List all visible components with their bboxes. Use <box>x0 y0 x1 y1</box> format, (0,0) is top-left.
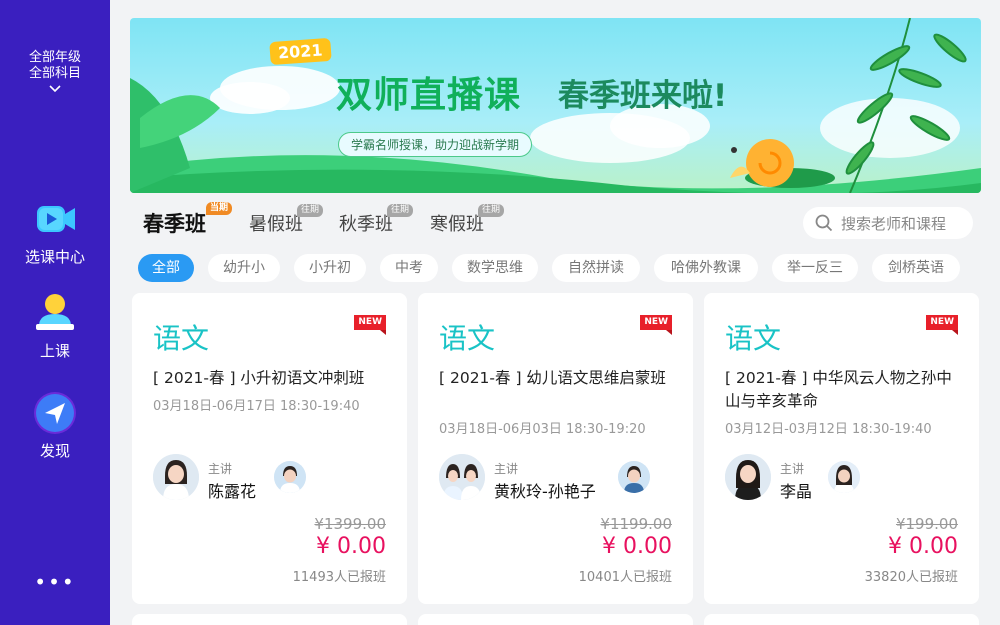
tab-badge-past: 往期 <box>387 204 414 217</box>
nav-attend-class[interactable]: 上课 <box>0 292 110 361</box>
teacher-avatar-icon <box>439 454 485 500</box>
avatar <box>153 454 199 500</box>
tab-label: 秋季班 <box>339 214 393 235</box>
new-badge: NEW <box>640 315 672 335</box>
search-icon <box>815 214 833 232</box>
search-input[interactable]: 搜索老师和课程 <box>803 207 973 239</box>
new-badge: NEW <box>926 315 958 335</box>
nav-label-discover: 发现 <box>39 442 70 460</box>
teacher-avatar-icon <box>153 454 199 500</box>
avatar <box>439 454 485 500</box>
price: ¥ 0.00 <box>316 534 386 559</box>
teacher-name: 黄秋玲-孙艳子 <box>494 482 596 501</box>
nav-discover[interactable]: 发现 <box>0 392 110 461</box>
assistant-avatar <box>828 461 860 493</box>
chevron-down-icon <box>49 85 61 93</box>
course-card-partial[interactable] <box>704 614 979 625</box>
enrolled-count: 11493人已报班 <box>292 570 386 585</box>
compass-arrow-icon <box>34 392 76 434</box>
subject-filter-label: 全部科目 <box>28 66 81 81</box>
chip-category[interactable]: 中考 <box>380 254 438 282</box>
teacher-name: 李晶 <box>780 482 813 501</box>
course-card[interactable]: 语文 NEW [ 2021-春 ] 小升初语文冲刺班 03月18日-06月17日… <box>132 293 407 604</box>
tab-label: 暑假班 <box>249 214 303 235</box>
course-title: [ 2021-春 ] 中华风云人物之孙中山与辛亥革命 <box>725 369 952 410</box>
course-card[interactable]: 语文 NEW [ 2021-春 ] 幼儿语文思维启蒙班 03月18日-06月03… <box>418 293 693 604</box>
teacher-role: 主讲 <box>780 462 805 476</box>
teacher-avatar-icon <box>725 454 771 500</box>
course-title: [ 2021-春 ] 小升初语文冲刺班 <box>153 369 365 387</box>
original-price: ¥1399.00 <box>314 515 386 533</box>
banner-illustration <box>130 18 981 193</box>
more-menu-button[interactable]: ••• <box>0 572 110 592</box>
tab-winter[interactable]: 寒假班 往期 <box>430 204 505 236</box>
tab-badge-current: 当期 <box>206 202 233 215</box>
banner-year-badge: 2021 <box>269 37 332 66</box>
course-card[interactable]: 语文 NEW [ 2021-春 ] 中华风云人物之孙中山与辛亥革命 03月12日… <box>704 293 979 604</box>
original-price: ¥1199.00 <box>600 515 672 533</box>
price: ¥ 0.00 <box>888 534 958 559</box>
video-camera-icon <box>37 206 75 232</box>
tab-badge-past: 往期 <box>297 204 324 217</box>
course-time: 03月18日-06月03日 18:30-19:20 <box>439 422 646 437</box>
course-subject: 语文 <box>153 322 210 355</box>
course-title: [ 2021-春 ] 幼儿语文思维启蒙班 <box>439 369 666 387</box>
tab-autumn[interactable]: 秋季班 往期 <box>339 204 414 236</box>
assistant-avatar <box>618 461 650 493</box>
chip-category[interactable]: 自然拼读 <box>552 254 640 282</box>
tab-label: 寒假班 <box>430 214 484 235</box>
original-price: ¥199.00 <box>895 515 958 533</box>
banner-subtitle: 学霸名师授课，助力迎战新学期 <box>338 132 533 157</box>
tab-summer[interactable]: 暑假班 往期 <box>249 204 324 236</box>
chip-category[interactable]: 数学思维 <box>452 254 538 282</box>
teacher-desk-icon <box>36 294 74 330</box>
course-card-partial[interactable] <box>132 614 407 625</box>
teacher-role: 主讲 <box>208 462 233 476</box>
grade-filter-label: 全部年级 <box>28 50 81 65</box>
sidebar: 全部年级 全部科目 选课中心 上课 发现 ••• <box>0 0 110 625</box>
nav-label-attend-class: 上课 <box>39 342 70 360</box>
banner-title-secondary: 春季班来啦! <box>558 78 728 114</box>
assistant-avatar <box>274 461 306 493</box>
chip-category[interactable]: 哈佛外教课 <box>654 254 758 282</box>
search-placeholder: 搜索老师和课程 <box>841 214 947 233</box>
enrolled-count: 33820人已报班 <box>864 570 958 585</box>
chip-category[interactable]: 举一反三 <box>772 254 858 282</box>
avatar <box>725 454 771 500</box>
banner-title: 双师直播课 <box>336 75 522 116</box>
tab-spring[interactable]: 春季班 当期 <box>143 202 233 238</box>
tab-label: 春季班 <box>143 212 206 236</box>
enrolled-count: 10401人已报班 <box>578 570 672 585</box>
tab-badge-past: 往期 <box>478 204 505 217</box>
price: ¥ 0.00 <box>602 534 672 559</box>
chip-category[interactable]: 小升初 <box>294 254 366 282</box>
chip-category[interactable]: 幼升小 <box>208 254 280 282</box>
teacher-role: 主讲 <box>494 462 519 476</box>
assistant-avatar-icon <box>618 461 650 493</box>
chip-all[interactable]: 全部 <box>138 254 194 282</box>
teacher-name: 陈露花 <box>208 482 257 501</box>
nav-course-center[interactable]: 选课中心 <box>0 198 110 267</box>
grade-subject-filter[interactable]: 全部年级 全部科目 <box>0 50 110 94</box>
promo-banner[interactable]: 2021 双师直播课 春季班来啦! 学霸名师授课，助力迎战新学期 <box>130 18 981 193</box>
chip-category[interactable]: 剑桥英语 <box>872 254 960 282</box>
assistant-avatar-icon <box>828 461 860 493</box>
course-card-partial[interactable] <box>418 614 693 625</box>
course-subject: 语文 <box>725 322 782 355</box>
course-time: 03月18日-06月17日 18:30-19:40 <box>153 399 360 414</box>
course-subject: 语文 <box>439 322 496 355</box>
course-time: 03月12日-03月12日 18:30-19:40 <box>725 422 932 437</box>
nav-label-course-center: 选课中心 <box>24 248 85 266</box>
assistant-avatar-icon <box>274 461 306 493</box>
new-badge: NEW <box>354 315 386 335</box>
